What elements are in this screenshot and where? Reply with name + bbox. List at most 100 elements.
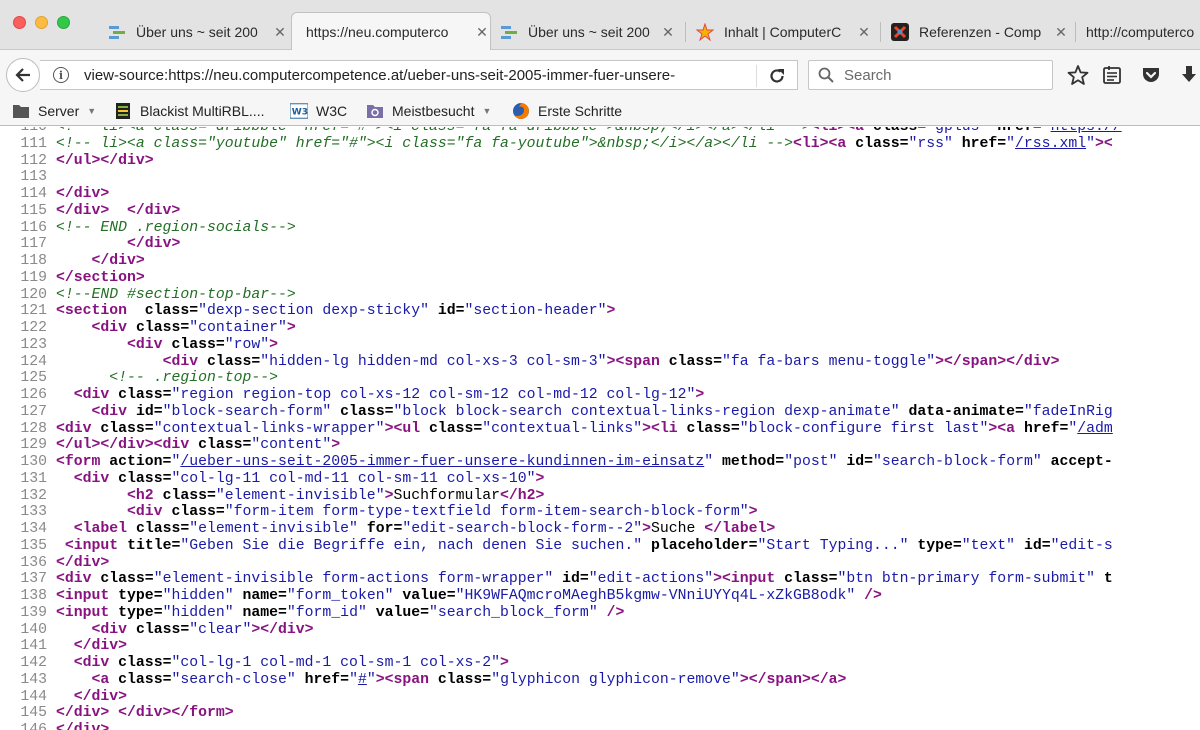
tab-inhalt[interactable]: Inhalt | ComputerC ✕ [696, 14, 872, 50]
bookmark-server[interactable]: Server ▼ [12, 101, 96, 121]
source-value: "element-invisible" [189, 521, 367, 537]
source-link[interactable]: /ueber-uns-seit-2005-immer-fuer-unsere-k… [180, 454, 704, 470]
tab-ueber-uns-2[interactable]: Über uns ~ seit 200 ✕ [500, 14, 676, 50]
source-text: Suche [650, 521, 705, 537]
line-number: 133 [20, 504, 47, 521]
source-value: "clear" [189, 621, 252, 638]
source-value: "search-close" [171, 671, 305, 688]
tab-view-source[interactable]: https://neu.computerco ✕ [291, 12, 491, 51]
source-tag: </div> [56, 722, 110, 730]
line-number: 142 [20, 655, 47, 671]
source-value: "form-item form-type-textfield form-item… [224, 504, 749, 521]
source-attribute: class= [171, 504, 225, 521]
source-tag: </ul></div><div [56, 437, 199, 454]
line-number: 140 [20, 621, 47, 638]
search-input[interactable]: Search [808, 60, 1053, 90]
bookmark-erste-schritte[interactable]: Erste Schritte [512, 101, 622, 121]
source-attribute: class= [340, 403, 394, 420]
source-value: "fadeInRig [1023, 403, 1113, 420]
source-text [56, 504, 127, 520]
source-text [56, 337, 127, 353]
source-attribute: placeholder= [650, 537, 758, 554]
download-icon[interactable] [1178, 64, 1200, 86]
line-number: 118 [20, 253, 47, 269]
minimize-window-button[interactable] [35, 16, 48, 29]
source-tag: </h2> [500, 487, 545, 504]
source-comment: <!--END #section-top-bar--> [56, 286, 296, 303]
info-icon[interactable]: i [53, 67, 69, 83]
source-line: 121 <section class="dexp-section dexp-sti… [0, 303, 615, 320]
line-number: 143 [20, 671, 47, 688]
source-tag: </section> [56, 269, 145, 286]
source-link[interactable]: # [358, 672, 367, 688]
bookmark-meistbesucht[interactable]: Meistbesucht ▼ [366, 101, 491, 121]
tab-referenzen[interactable]: Referenzen - Comp ✕ [891, 14, 1069, 50]
source-line: 136 </div> [0, 555, 109, 572]
source-tag: </div> [91, 253, 145, 269]
source-tag: <div [127, 504, 172, 521]
source-value: "col-lg-11 col-md-11 col-sm-11 col-xs-10… [171, 470, 536, 487]
source-line: 128 <div class="contextual-links-wrapper"… [0, 420, 1113, 438]
pocket-icon[interactable] [1140, 64, 1162, 86]
source-value: "element-invisible form-actions form-wra… [153, 571, 563, 588]
source-tag: ><input [713, 571, 785, 588]
source-value: "text" [961, 537, 1024, 554]
source-link[interactable]: /rss.xml [1015, 136, 1086, 152]
close-tab-icon[interactable]: ✕ [474, 24, 490, 41]
source-link[interactable]: /adm [1077, 421, 1113, 437]
close-tab-icon[interactable]: ✕ [660, 24, 676, 41]
source-tag: <div [56, 420, 101, 437]
bookmarks-bar: Server ▼ Blackist MultiRBL.... W3 W3C Me… [0, 96, 1200, 126]
url-text[interactable]: view-source:https://neu.computercompeten… [84, 67, 734, 84]
source-tag: <div [73, 470, 119, 487]
bookmark-star-icon[interactable] [1067, 64, 1089, 86]
source-link[interactable]: https:// [1051, 127, 1122, 135]
source-line: 112 </ul></div> [0, 152, 154, 170]
source-line: 124 <div class="hidden-lg hidden-md col-… [0, 354, 1059, 371]
tab-label: Inhalt | ComputerC [724, 24, 842, 40]
source-tag: </ul></div> [56, 152, 154, 169]
source-tag: </label> [704, 521, 776, 537]
source-value: " [1041, 127, 1051, 135]
bookmark-label: W3C [316, 103, 348, 119]
close-tab-icon[interactable]: ✕ [272, 24, 288, 41]
close-tab-icon[interactable]: ✕ [1053, 24, 1069, 41]
source-value: "block block-search contextual-links-reg… [393, 403, 909, 420]
url-bar[interactable]: i view-source:https://neu.computercompet… [40, 60, 798, 90]
source-tag: <input [56, 604, 119, 621]
zoom-window-button[interactable] [57, 16, 70, 29]
source-attribute: accept- [1050, 454, 1113, 470]
source-tag: <input [56, 588, 119, 604]
source-value: "container" [189, 320, 287, 336]
line-number: 146 [20, 722, 47, 730]
source-line: 126 <div class="region region-top col-xs… [0, 387, 704, 404]
bookmark-w3c[interactable]: W3 W3C [290, 101, 347, 121]
close-window-button[interactable] [13, 16, 26, 29]
back-button[interactable] [6, 58, 40, 92]
source-text [56, 370, 109, 386]
reading-list-icon[interactable] [1101, 64, 1123, 86]
reload-icon[interactable] [767, 66, 787, 86]
close-tab-icon[interactable]: ✕ [856, 24, 872, 41]
source-attribute: class= [135, 320, 190, 336]
line-number: 124 [20, 353, 47, 370]
source-tag: </div> [56, 186, 110, 202]
source-value: " [704, 454, 723, 470]
tab-computerco[interactable]: http://computerco [1086, 14, 1200, 50]
bookmark-blackist[interactable]: Blackist MultiRBL.... [114, 101, 264, 121]
line-number: 144 [20, 688, 47, 705]
source-line: 141 </div> [0, 638, 127, 655]
source-text [56, 521, 74, 537]
search-icon [818, 67, 834, 83]
source-text [56, 320, 92, 336]
source-attribute: type= [118, 604, 163, 621]
source-tag: ></span></div> [935, 353, 1060, 370]
source-line: 115 </div> </div> [0, 203, 180, 220]
tab-ueber-uns-1[interactable]: Über uns ~ seit 200 ✕ [108, 14, 288, 50]
chevron-down-icon: ▼ [87, 106, 97, 116]
source-value: " [366, 671, 376, 688]
navigation-bar: i view-source:https://neu.computercompet… [0, 50, 1200, 96]
source-line: 116 <!-- END .region-socials--> [0, 219, 295, 237]
source-attribute: action= [109, 454, 172, 470]
line-number: 116 [20, 219, 47, 236]
